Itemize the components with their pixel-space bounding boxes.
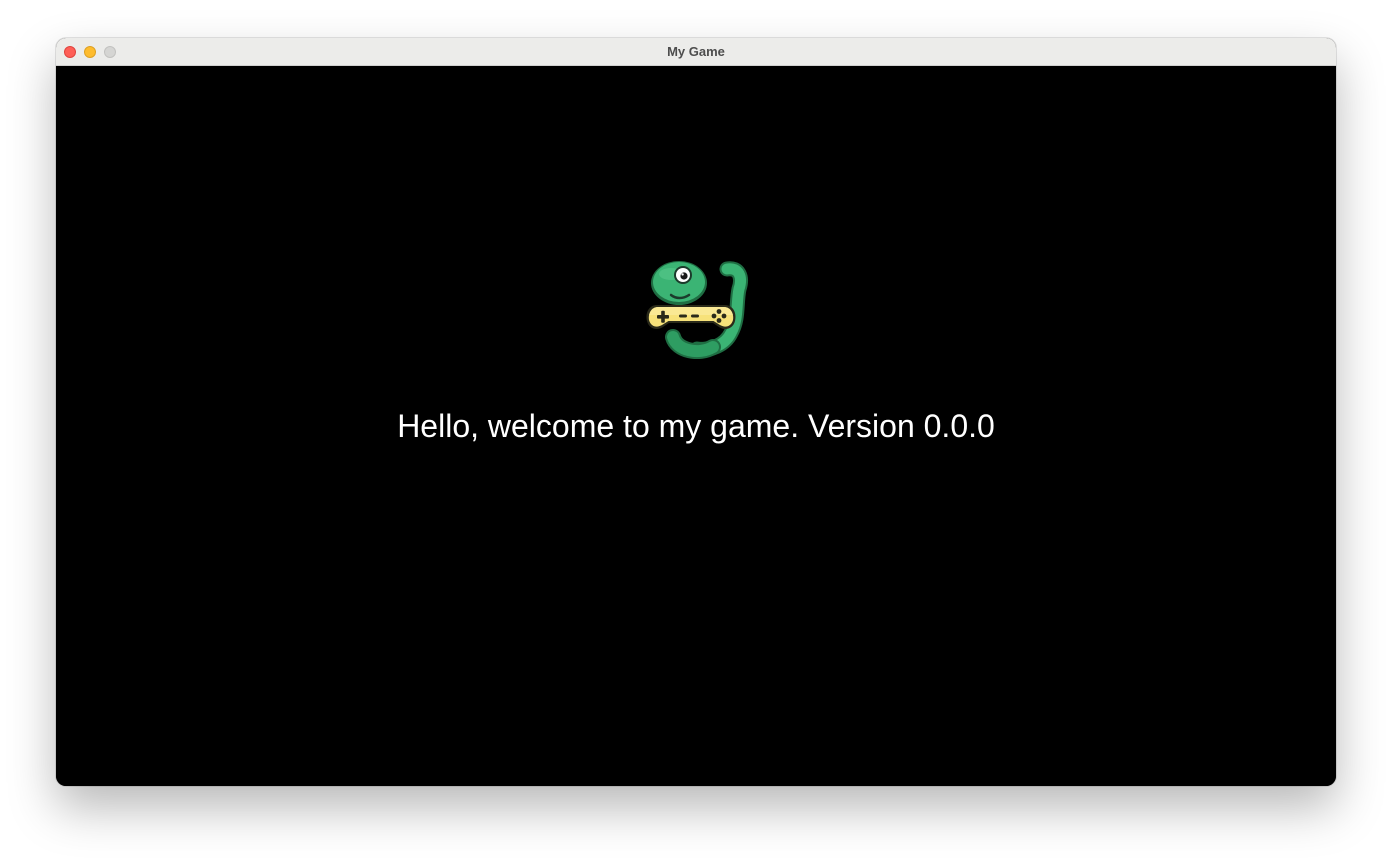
game-window: My Game Hello, welcome to my game. Versi…	[56, 38, 1336, 786]
python-snake-gamepad-icon	[643, 253, 749, 360]
title-bar[interactable]: My Game	[56, 38, 1336, 66]
welcome-text: Hello, welcome to my game. Version 0.0.0	[397, 408, 995, 444]
window-title: My Game	[667, 44, 725, 59]
game-canvas[interactable]: Hello, welcome to my game. Version 0.0.0	[56, 66, 1336, 786]
